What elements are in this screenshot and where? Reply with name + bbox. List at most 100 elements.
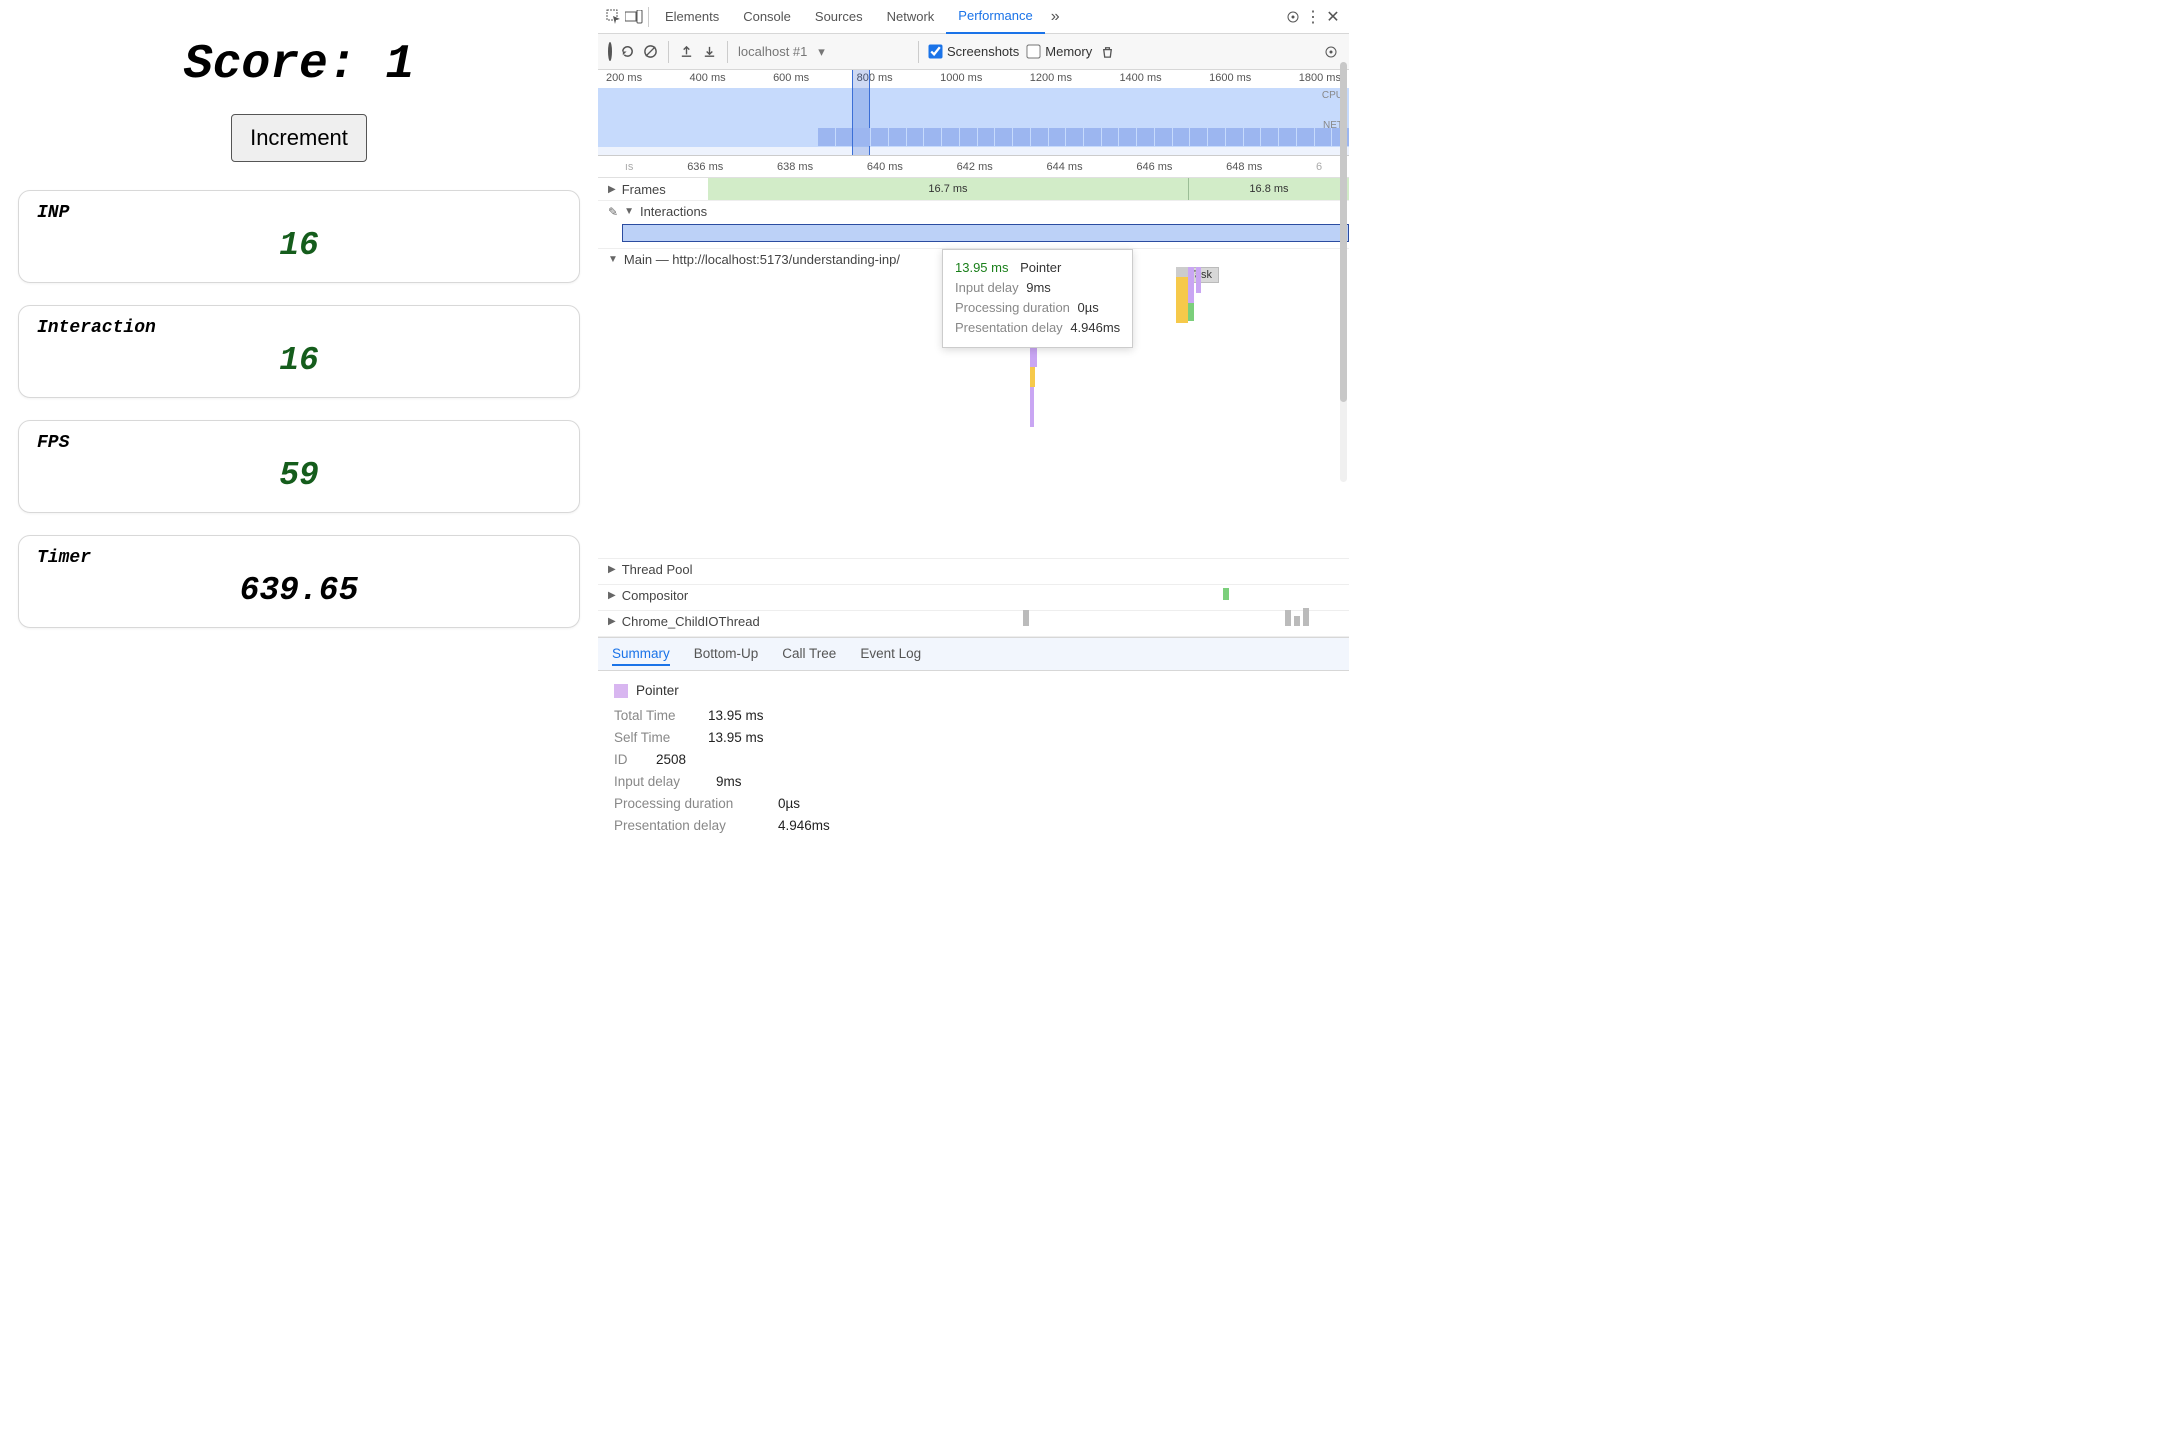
gc-icon[interactable] <box>1100 44 1115 59</box>
memory-label: Memory <box>1045 44 1092 59</box>
ov-tick: 600 ms <box>773 72 809 84</box>
chevron-right-icon[interactable]: ▶ <box>608 184 616 195</box>
clear-icon[interactable] <box>643 44 658 59</box>
ov-tick: 1800 ms <box>1299 72 1341 84</box>
track-interactions[interactable]: ✎▼Interactions <box>598 201 1349 249</box>
chevron-right-icon[interactable]: ▶ <box>608 590 616 601</box>
vertical-scrollbar[interactable] <box>1340 62 1347 482</box>
screenshots-checkbox[interactable]: Screenshots <box>929 44 1019 59</box>
devtools-tabs: Elements Console Sources Network Perform… <box>598 0 1349 34</box>
summary-tab-bottomup[interactable]: Bottom-Up <box>694 646 759 666</box>
card-inp-value: 16 <box>37 227 561 264</box>
card-fps-label: FPS <box>37 433 561 453</box>
tab-elements[interactable]: Elements <box>653 0 731 34</box>
ov-tick: 1200 ms <box>1030 72 1072 84</box>
card-inp: INP 16 <box>18 190 580 283</box>
tab-sources[interactable]: Sources <box>803 0 875 34</box>
pencil-icon[interactable]: ✎ <box>608 205 618 219</box>
summary-v-self: 13.95 ms <box>708 730 764 745</box>
summary-k-total: Total Time <box>614 708 694 723</box>
memory-checkbox-input[interactable] <box>1027 44 1041 58</box>
frame-time-1: 16.7 ms <box>708 178 1189 200</box>
summary-tab-summary[interactable]: Summary <box>612 646 670 666</box>
overview-ruler[interactable]: 200 ms 400 ms 600 ms 800 ms 1000 ms 1200… <box>598 70 1349 156</box>
recording-dropdown[interactable]: localhost #1 ▾ <box>738 44 908 60</box>
tab-performance[interactable]: Performance <box>946 0 1044 34</box>
summary-k-self: Self Time <box>614 730 694 745</box>
screenshots-label: Screenshots <box>947 44 1019 59</box>
dt-tick: 644 ms <box>1047 161 1083 173</box>
dt-tick: 642 ms <box>957 161 993 173</box>
chevron-right-icon[interactable]: ▶ <box>608 564 616 575</box>
recording-dropdown-label: localhost #1 <box>738 44 807 59</box>
scrollbar-thumb[interactable] <box>1340 62 1347 402</box>
dt-tick: 640 ms <box>867 161 903 173</box>
card-timer-label: Timer <box>37 548 561 568</box>
dt-tick: 646 ms <box>1136 161 1172 173</box>
inspect-icon[interactable] <box>604 7 624 27</box>
summary-v-pres: 4.946ms <box>778 818 830 833</box>
tooltip-processing-label: Processing duration <box>955 300 1070 315</box>
summary-k-pres: Presentation delay <box>614 818 764 833</box>
card-inp-label: INP <box>37 203 561 223</box>
track-threadpool[interactable]: ▶ Thread Pool <box>598 559 1349 585</box>
perf-settings-icon[interactable] <box>1323 44 1339 60</box>
ov-tick: 400 ms <box>690 72 726 84</box>
tooltip-processing-value: 0µs <box>1078 300 1099 315</box>
chevron-right-icon[interactable]: ▶ <box>608 616 616 627</box>
interaction-tooltip: 13.95 ms Pointer Input delay 9ms Process… <box>942 249 1133 348</box>
card-timer: Timer 639.65 <box>18 535 580 628</box>
track-main[interactable]: ▼Main — http://localhost:5173/understand… <box>598 249 1349 559</box>
tooltip-type: Pointer <box>1020 260 1061 275</box>
reload-icon[interactable] <box>620 44 635 59</box>
metric-cards: INP 16 Interaction 16 FPS 59 Timer 639.6… <box>18 190 580 628</box>
card-fps-value: 59 <box>37 457 561 494</box>
card-fps: FPS 59 <box>18 420 580 513</box>
ov-tick: 1600 ms <box>1209 72 1251 84</box>
device-toggle-icon[interactable] <box>624 7 644 27</box>
memory-checkbox[interactable]: Memory <box>1027 44 1092 59</box>
ov-tick: 200 ms <box>606 72 642 84</box>
tooltip-presentation-label: Presentation delay <box>955 320 1063 335</box>
pointer-swatch <box>614 684 628 698</box>
summary-k-proc: Processing duration <box>614 796 764 811</box>
tooltip-presentation-value: 4.946ms <box>1070 320 1120 335</box>
track-child-io[interactable]: ▶Chrome_ChildIOThread <box>598 611 1349 637</box>
detail-ruler[interactable]: ıs 636 ms 638 ms 640 ms 642 ms 644 ms 64… <box>598 156 1349 178</box>
track-frames[interactable]: ▶Frames 16.7 ms 16.8 ms <box>598 178 1349 201</box>
summary-v-id: 2508 <box>656 752 686 767</box>
dt-tick: 636 ms <box>687 161 723 173</box>
tab-console[interactable]: Console <box>731 0 803 34</box>
dt-tick: ıs <box>625 161 634 173</box>
tooltip-input-delay-label: Input delay <box>955 280 1019 295</box>
summary-tab-eventlog[interactable]: Event Log <box>860 646 921 666</box>
threadpool-label: Thread Pool <box>622 562 693 577</box>
chevron-down-icon[interactable]: ▼ <box>624 206 634 217</box>
kebab-icon[interactable]: ⋮ <box>1303 7 1323 27</box>
tab-network[interactable]: Network <box>875 0 947 34</box>
card-timer-value: 639.65 <box>37 572 561 609</box>
close-icon[interactable]: ✕ <box>1323 7 1343 27</box>
perf-toolbar: localhost #1 ▾ Screenshots Memory <box>598 34 1349 70</box>
settings-icon[interactable] <box>1283 7 1303 27</box>
screenshots-checkbox-input[interactable] <box>928 44 942 58</box>
summary-tab-calltree[interactable]: Call Tree <box>782 646 836 666</box>
tabs-overflow-icon[interactable]: » <box>1045 8 1066 26</box>
summary-v-proc: 0µs <box>778 796 800 811</box>
app-panel: Score: 1 Increment INP 16 Interaction 16… <box>0 0 598 900</box>
track-compositor[interactable]: ▶Compositor <box>598 585 1349 611</box>
upload-icon[interactable] <box>679 44 694 59</box>
summary-body: Pointer Total Time 13.95 ms Self Time 13.9… <box>598 671 1349 852</box>
increment-button[interactable]: Increment <box>231 114 367 162</box>
summary-v-total: 13.95 ms <box>708 708 764 723</box>
summary-k-input: Input delay <box>614 774 702 789</box>
download-icon[interactable] <box>702 44 717 59</box>
tooltip-input-delay-value: 9ms <box>1026 280 1051 295</box>
dt-tick: 648 ms <box>1226 161 1262 173</box>
record-icon[interactable] <box>608 44 612 59</box>
summary-title: Pointer <box>636 683 679 698</box>
card-interaction-value: 16 <box>37 342 561 379</box>
summary-k-id: ID <box>614 752 642 767</box>
interaction-bar[interactable] <box>622 224 1349 242</box>
ov-tick: 1400 ms <box>1119 72 1161 84</box>
